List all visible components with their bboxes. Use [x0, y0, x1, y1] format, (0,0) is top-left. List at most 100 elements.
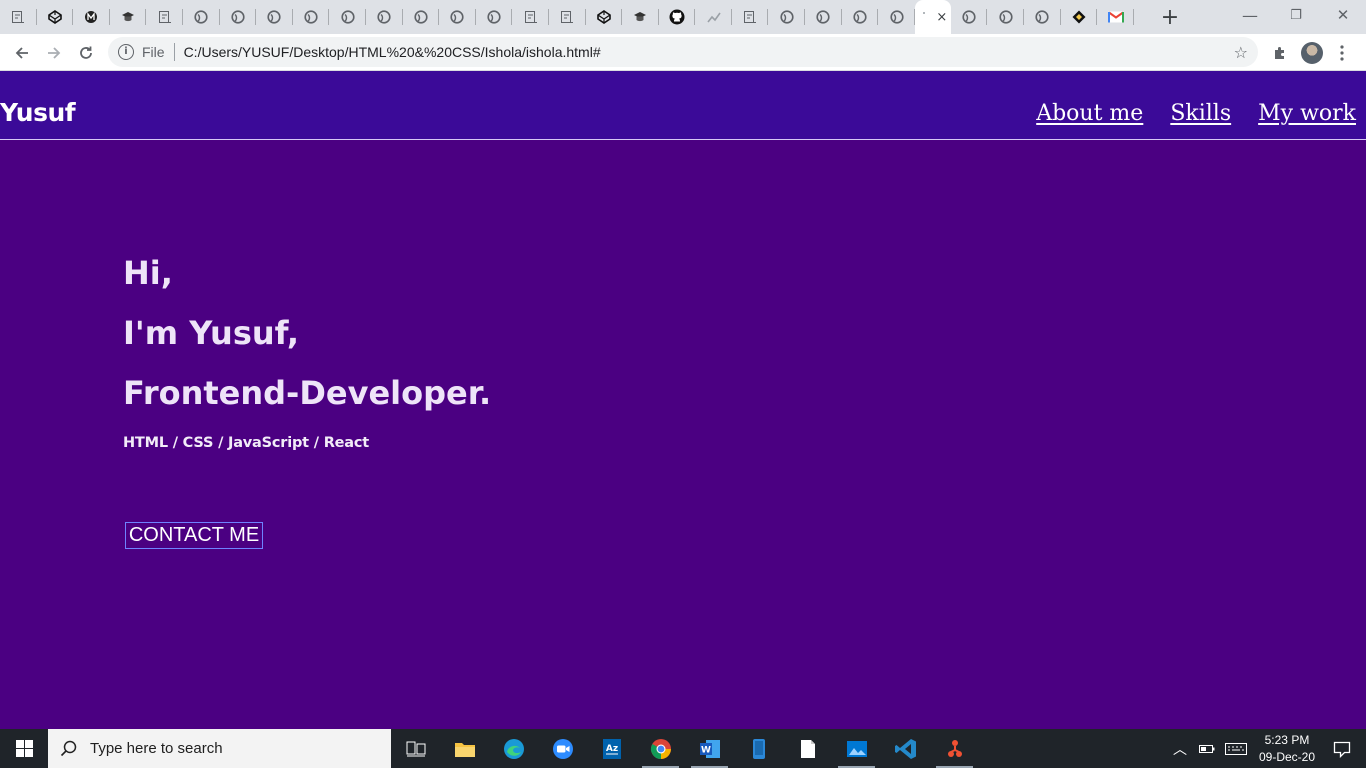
globe-icon	[413, 9, 429, 25]
taskbar-app-vscode[interactable]	[881, 729, 930, 768]
forward-button[interactable]	[38, 37, 70, 69]
edge-icon	[503, 738, 525, 760]
nav-link-about[interactable]: About me	[1036, 101, 1143, 126]
browser-tab[interactable]	[439, 0, 476, 34]
globe-icon	[779, 9, 795, 25]
browser-tab[interactable]	[1024, 0, 1061, 34]
restore-button[interactable]: ❐	[1273, 0, 1319, 30]
minimize-button[interactable]: —	[1227, 0, 1273, 30]
browser-tab[interactable]	[73, 0, 110, 34]
globe-icon	[486, 9, 502, 25]
taskbar-app-git[interactable]	[930, 729, 979, 768]
browser-tab[interactable]	[183, 0, 220, 34]
globe-icon	[815, 9, 831, 25]
keyboard-icon[interactable]	[1224, 742, 1247, 755]
vscode-icon	[894, 738, 917, 760]
file-explorer-icon	[454, 740, 476, 758]
browser-tab[interactable]	[403, 0, 440, 34]
browser-tab[interactable]	[293, 0, 330, 34]
notepad-icon	[800, 739, 816, 759]
taskbar-app-phone[interactable]	[734, 729, 783, 768]
codepen-icon	[47, 9, 63, 25]
taskbar-app-word[interactable]: W	[685, 729, 734, 768]
browser-tab[interactable]	[0, 0, 37, 34]
address-bar[interactable]: i File C:/Users/YUSUF/Desktop/HTML%20&%2…	[108, 37, 1258, 67]
browser-tab[interactable]	[549, 0, 586, 34]
diamond-icon	[1071, 9, 1087, 25]
arrow-left-icon	[15, 47, 28, 59]
svg-text:W: W	[701, 745, 711, 755]
menu-button[interactable]	[1332, 34, 1352, 71]
clock[interactable]: 5:23 PM 09-Dec-20	[1259, 732, 1315, 766]
taskbar-app-azure[interactable]: Az	[587, 729, 636, 768]
separator	[173, 43, 175, 61]
browser-tab[interactable]	[842, 0, 879, 34]
doc-icon	[10, 9, 26, 25]
browser-tab[interactable]	[805, 0, 842, 34]
globe-icon	[266, 9, 282, 25]
tab-active[interactable]: ×	[914, 0, 951, 34]
reload-button[interactable]	[70, 37, 102, 69]
m-icon	[83, 9, 99, 25]
hero-role: Frontend-Developer.	[123, 374, 492, 412]
extensions-button[interactable]	[1268, 34, 1292, 71]
browser-tab[interactable]	[476, 0, 513, 34]
browser-tab[interactable]	[1061, 0, 1098, 34]
url-text[interactable]: C:/Users/YUSUF/Desktop/HTML%20&%20CSS/Is…	[184, 44, 601, 60]
chevron-up-icon[interactable]: ︿	[1173, 739, 1187, 759]
browser-tab[interactable]	[329, 0, 366, 34]
close-window-button[interactable]: ✕	[1320, 0, 1366, 30]
close-tab-icon[interactable]: ×	[936, 10, 947, 25]
browser-tab[interactable]	[220, 0, 257, 34]
taskbar-app-photos[interactable]	[832, 729, 881, 768]
taskbar-app-notepad[interactable]	[783, 729, 832, 768]
trend-icon	[706, 9, 722, 25]
back-button[interactable]	[6, 37, 38, 69]
taskbar-app-file-explorer[interactable]	[440, 729, 489, 768]
browser-tab[interactable]	[768, 0, 805, 34]
task-view-icon	[406, 740, 426, 758]
browser-tab[interactable]	[512, 0, 549, 34]
start-button[interactable]	[0, 729, 48, 768]
profile-button[interactable]	[1300, 34, 1324, 71]
bookmark-star-icon[interactable]: ☆	[1234, 43, 1248, 62]
taskbar-app-zoom[interactable]	[538, 729, 587, 768]
globe-icon	[303, 9, 319, 25]
chrome-icon	[650, 738, 672, 760]
browser-tab[interactable]	[659, 0, 696, 34]
new-tab-button[interactable]: +	[1153, 0, 1187, 34]
browser-tab[interactable]	[110, 0, 147, 34]
battery-icon[interactable]	[1198, 744, 1215, 754]
taskbar-search[interactable]: Type here to search	[48, 729, 391, 768]
windows-icon	[15, 740, 33, 757]
browser-tab[interactable]	[146, 0, 183, 34]
brand-logo[interactable]: Yusuf	[0, 98, 76, 127]
taskbar-app-task-view[interactable]	[391, 729, 440, 768]
hero-name: I'm Yusuf,	[123, 314, 299, 352]
notifications-icon[interactable]	[1333, 740, 1351, 758]
browser-tab[interactable]	[878, 0, 915, 34]
taskbar-app-chrome[interactable]	[636, 729, 685, 768]
nav-link-skills[interactable]: Skills	[1170, 101, 1231, 126]
kebab-menu-icon	[1340, 44, 1344, 61]
browser-tab[interactable]	[695, 0, 732, 34]
github-icon	[669, 9, 685, 25]
hero-section: Hi, I'm Yusuf, Frontend-Developer. HTML …	[123, 251, 491, 451]
browser-tab[interactable]	[987, 0, 1024, 34]
contact-me-button[interactable]: CONTACT ME	[125, 522, 263, 549]
browser-tab[interactable]	[256, 0, 293, 34]
browser-tab[interactable]	[1097, 0, 1134, 34]
info-icon[interactable]: i	[118, 44, 134, 60]
browser-tab[interactable]	[622, 0, 659, 34]
browser-tab[interactable]	[586, 0, 623, 34]
browser-tab[interactable]	[732, 0, 769, 34]
globe-icon	[340, 9, 356, 25]
browser-tab[interactable]	[951, 0, 988, 34]
browser-tab[interactable]	[366, 0, 403, 34]
nav-link-my-work[interactable]: My work	[1258, 101, 1356, 126]
globe-icon	[889, 9, 905, 25]
taskbar-app-edge[interactable]	[489, 729, 538, 768]
browser-tab[interactable]	[37, 0, 74, 34]
search-placeholder: Type here to search	[90, 740, 223, 757]
page-content: Yusuf About me Skills My work Hi, I'm Yu…	[0, 71, 1366, 729]
